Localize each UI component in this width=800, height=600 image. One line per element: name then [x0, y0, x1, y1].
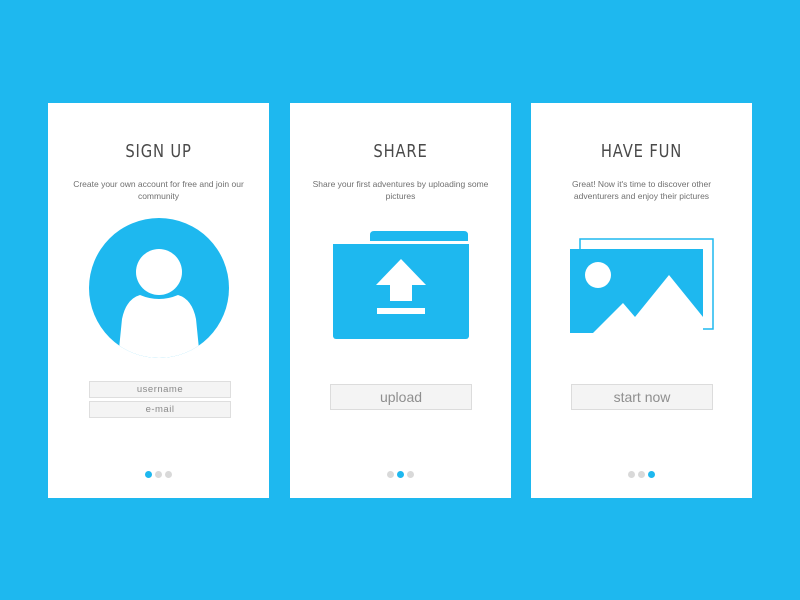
- page-dot-1[interactable]: [628, 471, 635, 478]
- page-dot-3[interactable]: [165, 471, 172, 478]
- upload-folder-icon: [332, 229, 470, 341]
- upload-button[interactable]: upload: [330, 384, 472, 410]
- user-avatar-icon: [88, 217, 230, 359]
- page-dot-1[interactable]: [387, 471, 394, 478]
- page-dot-1[interactable]: [145, 471, 152, 478]
- share-card: SHARE Share your first adventures by upl…: [290, 103, 511, 498]
- share-subtitle: Share your first adventures by uploading…: [312, 179, 489, 201]
- signup-card: SIGN UP Create your own account for free…: [48, 103, 269, 498]
- have-fun-title: HAVE FUN: [600, 141, 683, 162]
- page-dot-2[interactable]: [155, 471, 162, 478]
- have-fun-card: HAVE FUN Great! Now it's time to discove…: [531, 103, 752, 498]
- page-dot-2[interactable]: [638, 471, 645, 478]
- picture-gallery-icon: [569, 237, 717, 337]
- page-dot-3[interactable]: [407, 471, 414, 478]
- page-dot-3[interactable]: [648, 471, 655, 478]
- pagination-dots: [290, 471, 511, 478]
- email-input[interactable]: e-mail: [89, 401, 231, 418]
- page-dot-2[interactable]: [397, 471, 404, 478]
- start-now-button[interactable]: start now: [571, 384, 713, 410]
- pagination-dots: [531, 471, 752, 478]
- signup-title: SIGN UP: [125, 141, 192, 162]
- share-title: SHARE: [373, 141, 428, 162]
- username-input[interactable]: username: [89, 381, 231, 398]
- signup-subtitle: Create your own account for free and joi…: [73, 179, 244, 201]
- pagination-dots: [48, 471, 269, 478]
- have-fun-subtitle: Great! Now it's time to discover other a…: [571, 179, 712, 201]
